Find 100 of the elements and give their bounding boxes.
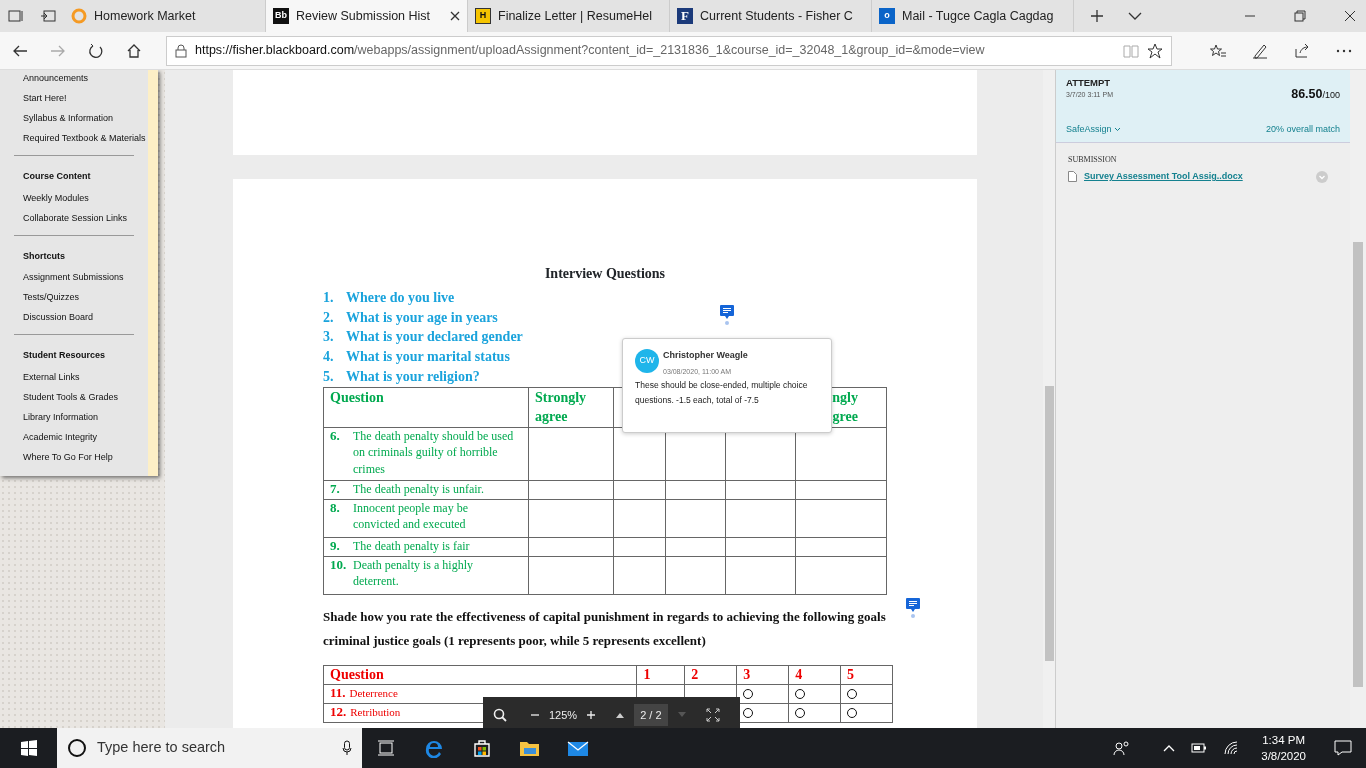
tab-logo-icon xyxy=(71,8,87,24)
forward-icon xyxy=(50,43,66,58)
home-icon[interactable] xyxy=(126,42,142,59)
column-header: 3 xyxy=(743,667,751,682)
column-header: Question xyxy=(330,388,385,407)
section-label: SUBMISSION xyxy=(1068,154,1118,166)
menu-item[interactable]: Syllabus & Information xyxy=(23,109,148,129)
cortana-icon xyxy=(67,738,87,758)
tab-logo-icon: F xyxy=(677,8,693,24)
menu-item[interactable]: Discussion Board xyxy=(23,308,148,328)
chevron-up-icon[interactable] xyxy=(1163,744,1176,752)
tab-title: Mail - Tugce Cagla Cagdag xyxy=(902,7,1055,25)
back-icon[interactable] xyxy=(12,43,28,58)
browser-e-icon[interactable] xyxy=(423,738,445,758)
more-icon[interactable] xyxy=(1336,48,1352,53)
menu-heading: Course Content xyxy=(23,170,92,183)
table-cell-text: 6. The death penalty should be used on criminals guilty of horrible crimes xyxy=(330,427,515,477)
chevron-down-icon[interactable] xyxy=(1128,11,1142,21)
column-header: Question xyxy=(330,667,384,682)
tab-logo-icon: H xyxy=(475,8,491,24)
menu-item[interactable]: Required Textbook & Materials xyxy=(23,129,148,149)
table-cell: 9. The death penalty is fair xyxy=(330,537,470,554)
page-number: 2 / 2 xyxy=(634,703,668,727)
zoom-level: 125% xyxy=(549,707,578,723)
menu-item[interactable]: Student Tools & Grades xyxy=(23,387,148,408)
menu-item[interactable]: Tests/Quizzes xyxy=(23,288,148,308)
question-item: 2. What is your age in years xyxy=(323,308,498,327)
wifi-icon[interactable] xyxy=(1223,741,1240,755)
refresh-icon[interactable] xyxy=(88,42,104,59)
favorites-icon[interactable] xyxy=(1210,43,1226,58)
lock-icon xyxy=(175,43,187,58)
comment-text: These should be close-ended, multiple choice questions. -1.5 each, total of -7.5 xyxy=(635,379,809,407)
column-header: ngly gree xyxy=(831,388,858,426)
star-icon[interactable] xyxy=(1147,42,1163,59)
share-icon[interactable] xyxy=(1294,42,1310,59)
tab-title: Current Students - Fisher C xyxy=(700,7,854,25)
file-link[interactable]: Survey Assessment Tool Assig..docx xyxy=(1084,170,1243,184)
question-item: 1. Where do you live xyxy=(323,289,455,307)
battery-icon xyxy=(1191,743,1208,753)
address-bar[interactable]: https://fisher.blackboard.com/webapps/assignment/uploadAssignment?content_id=_2131836_1&course_id=_32048_1&group_id=&mode=view xyxy=(166,35,1172,66)
menu-item[interactable]: Assignment Submissions xyxy=(23,268,148,288)
url-text: https://fisher.blackboard.com/webapps/assignment/uploadAssignment?content_id=_2131836_1&course_id=_32048_1&group_id=&mode=view xyxy=(195,42,986,60)
tab-title: Finalize Letter | ResumeHel xyxy=(498,7,653,25)
close-icon[interactable] xyxy=(1344,10,1356,22)
table-cell-text: 10. Death penalty is a highly deterrent. xyxy=(330,556,474,590)
question-item: 4. What is your marital status xyxy=(323,348,510,367)
menu-item[interactable]: Where To Go For Help xyxy=(23,447,148,468)
table-cell-text: 8. Innocent people may be convicted and executed xyxy=(330,499,469,533)
safeassign-dropdown[interactable]: SafeAssign xyxy=(1066,123,1121,137)
menu-item[interactable]: Start Here! xyxy=(23,89,148,109)
menu-item[interactable]: Academic Integrity xyxy=(23,427,148,448)
people-icon[interactable] xyxy=(1113,740,1132,756)
restore-icon[interactable] xyxy=(1294,10,1306,22)
document-heading: Interview Questions xyxy=(543,265,667,283)
taskbar-search[interactable]: Type here to search xyxy=(57,728,362,768)
caret-icon xyxy=(1113,127,1121,133)
match-link[interactable]: 20% overall match xyxy=(1265,123,1340,137)
avatar: CW xyxy=(635,349,659,373)
scrollbar-thumb[interactable] xyxy=(1353,242,1363,687)
clock[interactable]: 1:34 PM 3/8/2020 xyxy=(1261,732,1306,764)
document-icon xyxy=(1068,171,1077,183)
column-header: Strongly agree xyxy=(534,388,588,426)
menu-item[interactable]: Weekly Modules xyxy=(23,188,148,209)
tab-logo-icon: Bb xyxy=(273,8,289,24)
menu-item[interactable]: Announcements xyxy=(23,70,148,89)
menu-item[interactable]: External Links xyxy=(23,367,148,388)
tab-list-icon[interactable] xyxy=(40,9,56,23)
comment-icon[interactable] xyxy=(906,598,920,618)
column-header: 1 xyxy=(643,667,651,682)
table-cell: 7. The death penalty is unfair. xyxy=(330,480,484,497)
notification-icon[interactable] xyxy=(1334,740,1352,756)
browser-tab[interactable]: Bb Review Submission Hist xyxy=(266,0,468,32)
fullscreen-icon[interactable] xyxy=(705,708,720,722)
zoom-in-icon[interactable] xyxy=(586,710,597,720)
microphone-icon[interactable] xyxy=(342,740,352,756)
menu-heading: Shortcuts xyxy=(23,249,66,263)
close-icon[interactable] xyxy=(450,11,460,21)
pen-icon[interactable] xyxy=(1252,42,1268,59)
question-item: 5. What is your religion? xyxy=(323,367,480,386)
previous-page-icon[interactable] xyxy=(615,711,626,719)
menu-item[interactable]: Library Information xyxy=(23,407,148,428)
comment-icon[interactable] xyxy=(720,305,734,325)
tab-logo-icon: o xyxy=(879,8,895,24)
new-tab-icon[interactable] xyxy=(1090,9,1104,23)
search-icon[interactable] xyxy=(493,708,507,722)
table-cell: 11. Deterrence xyxy=(330,685,398,702)
attempt-label: ATTEMPT xyxy=(1066,76,1112,90)
menu-item[interactable]: Collaborate Session Links xyxy=(23,208,148,229)
start-icon[interactable] xyxy=(20,740,37,756)
task-view-icon[interactable] xyxy=(378,740,394,756)
score-text: 86.50/100 xyxy=(1291,86,1340,103)
column-header: 5 xyxy=(847,667,855,682)
tab-preview-icon[interactable] xyxy=(8,9,24,23)
next-page-icon xyxy=(676,711,687,719)
instruction-text: Shade how you rate the effectiveness of capital punishment in regards to achieving the following goals criminal justice goals (1 represents poor, while 5 represents excellent) xyxy=(323,607,887,650)
column-header: 2 xyxy=(691,667,699,682)
table-cell: 12. Retribution xyxy=(330,704,401,721)
store-bag-icon[interactable] xyxy=(472,738,492,758)
scrollbar-thumb[interactable] xyxy=(1045,386,1054,661)
column-header: 4 xyxy=(795,667,803,682)
